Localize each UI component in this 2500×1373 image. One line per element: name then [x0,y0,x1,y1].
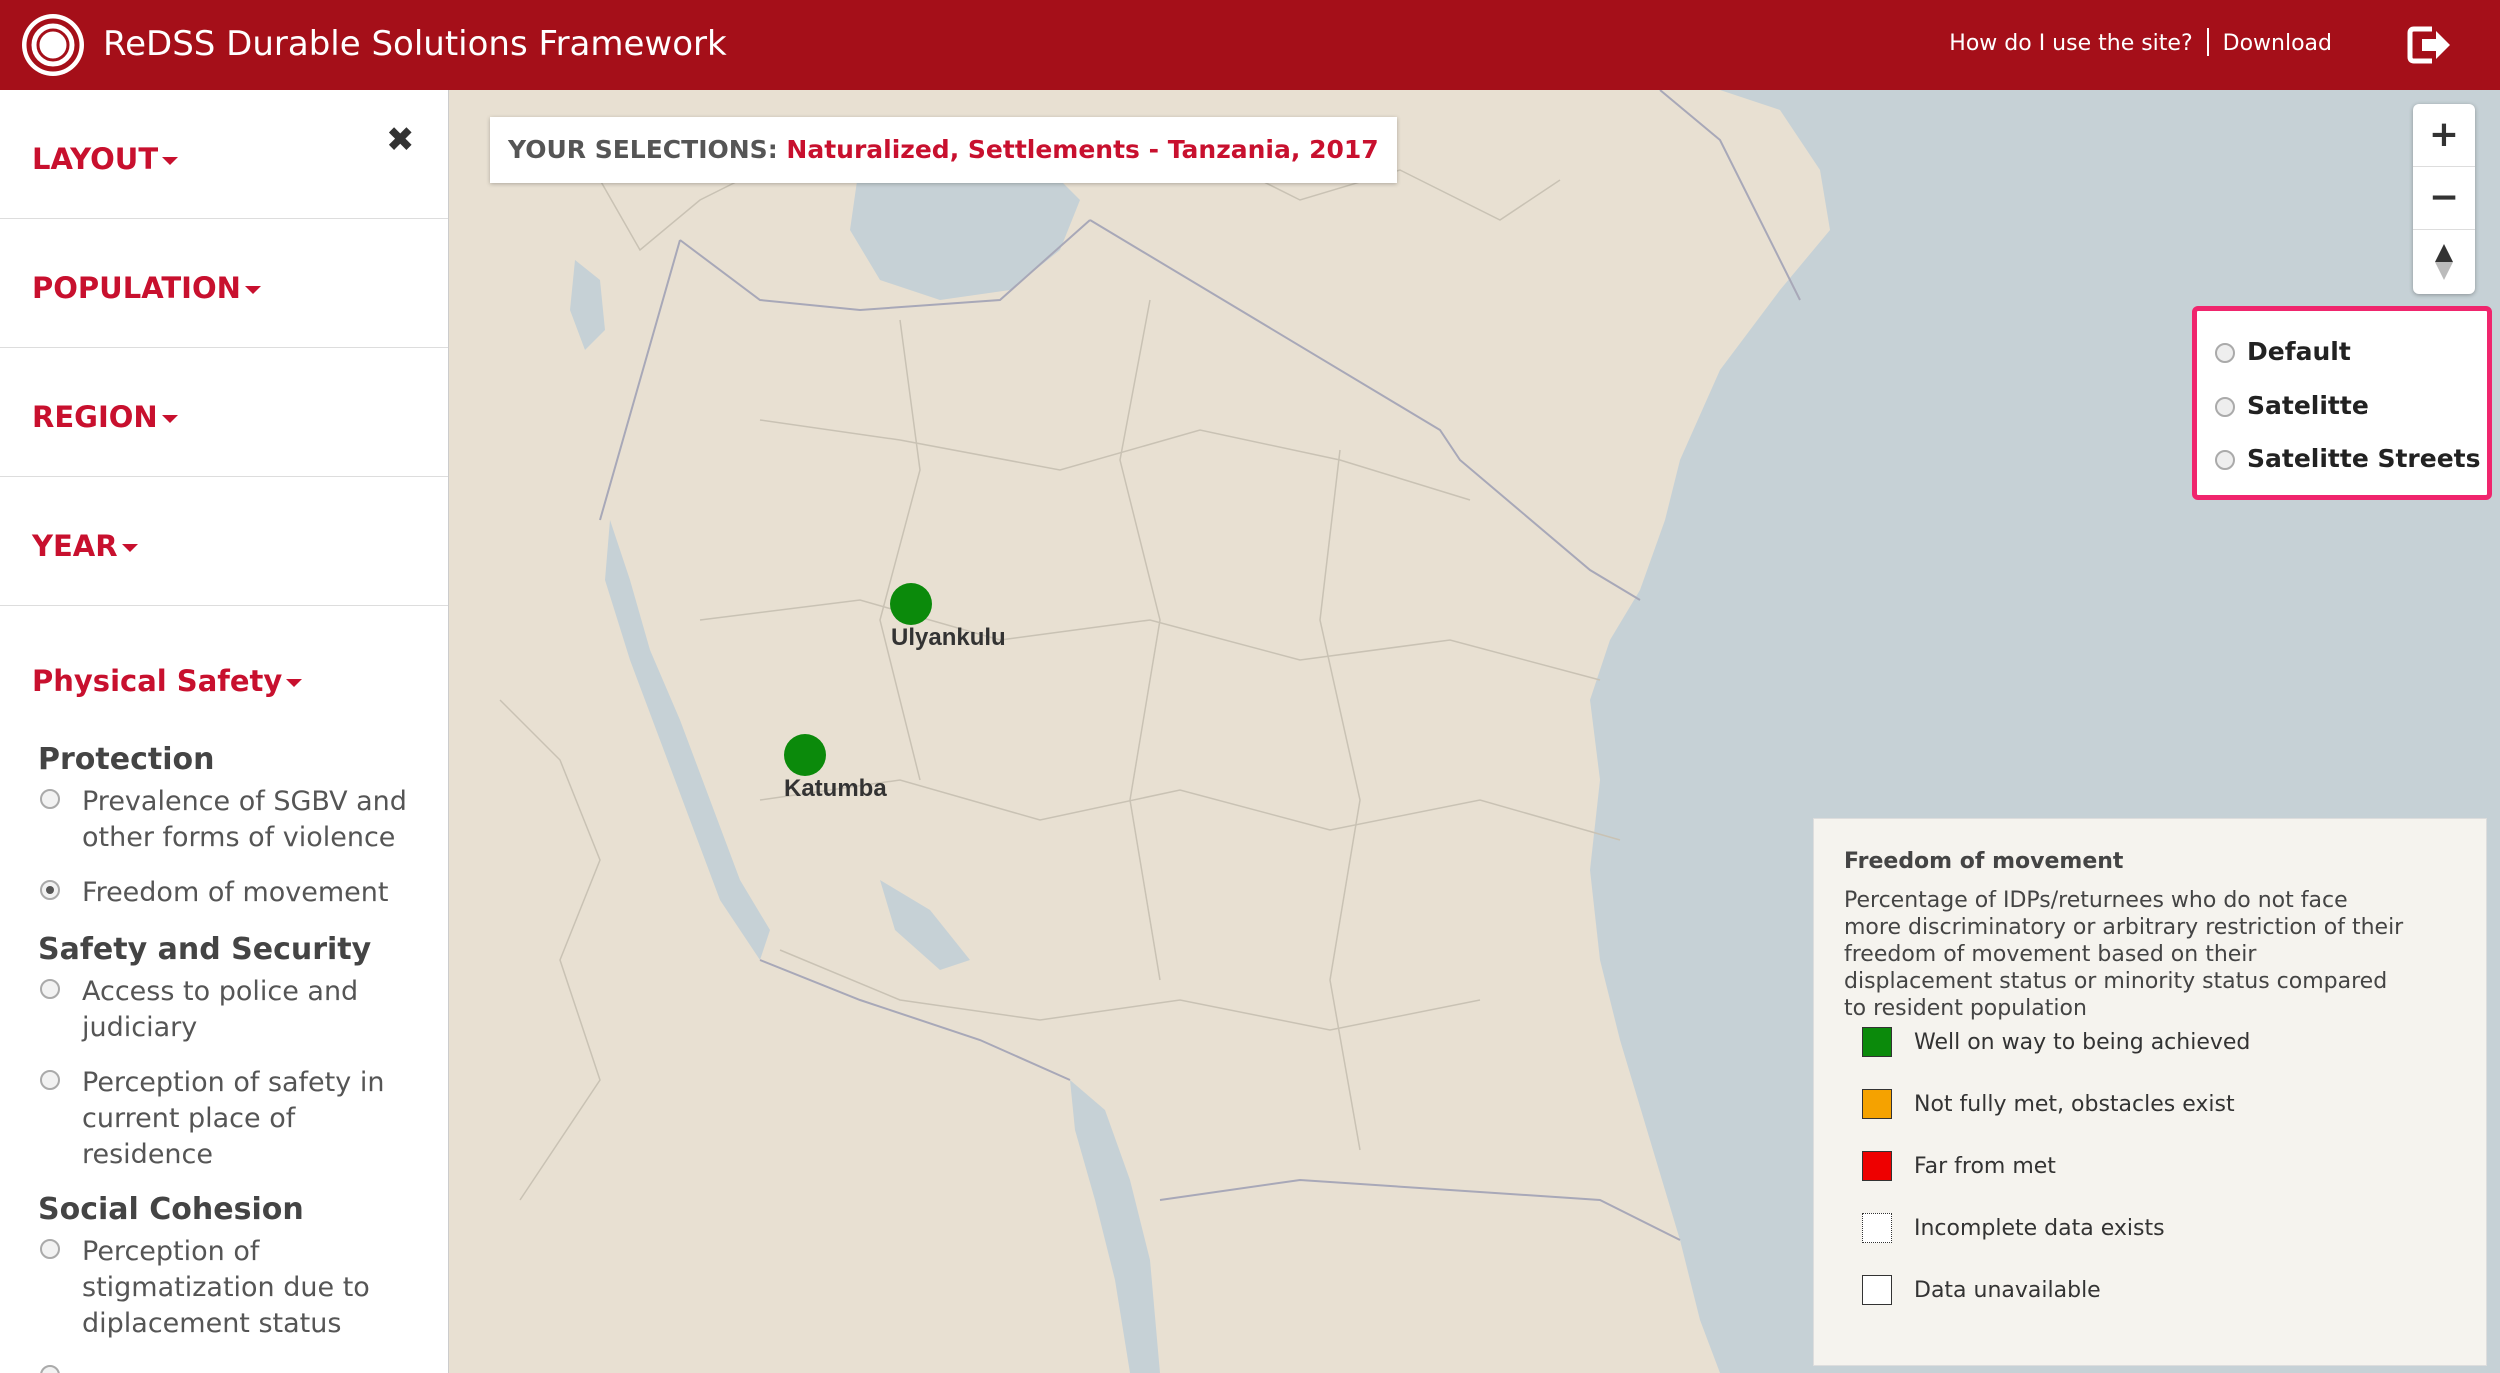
radio-button[interactable] [2215,397,2235,417]
radio-button[interactable] [40,1365,60,1373]
legend-item: Far from met [1862,1151,2056,1181]
basemap-label: Satelitte [2247,391,2369,420]
basemap-option-satellite-streets[interactable]: Satelitte Streets [2215,444,2481,473]
legend-label: Data unavailable [1914,1278,2101,1303]
population-dropdown[interactable]: POPULATION [32,271,261,305]
year-label: YEAR [32,529,118,563]
basemap-option-default[interactable]: Default [2215,337,2351,366]
basemap-label: Satelitte Streets [2247,444,2481,473]
group-title: Protection [38,742,215,777]
link-divider [2206,28,2209,56]
chevron-down-icon [244,286,261,294]
option-label: Freedom of movement [82,877,389,908]
download-link[interactable]: Download [2223,31,2332,56]
basemap-switcher: Default Satelitte Satelitte Streets [2192,306,2492,500]
radio-button[interactable] [2215,450,2235,470]
radio-button[interactable] [2215,343,2235,363]
header-links: How do I use the site? Download [1949,28,2332,56]
option-label: Access to police and judiciary [82,976,359,1043]
legend-label: Well on way to being achieved [1914,1030,2251,1055]
reset-north-button[interactable] [2413,230,2475,292]
legend-item: Incomplete data exists [1862,1213,2165,1243]
option-label: Perception of safety in current place of… [82,1067,385,1170]
legend-item: Well on way to being achieved [1862,1027,2250,1057]
radio-button[interactable] [40,789,60,809]
legend-swatch [1862,1275,1892,1305]
app-header: ReDSS Durable Solutions Framework How do… [0,0,2500,90]
legend-swatch [1862,1151,1892,1181]
selections-value: Naturalized, Settlements - Tanzania, 201… [786,135,1379,164]
legend-swatch [1862,1089,1892,1119]
chevron-down-icon [161,415,178,423]
legend-item: Data unavailable [1862,1275,2101,1305]
chevron-down-icon [286,679,303,687]
legend-label: Incomplete data exists [1914,1216,2165,1241]
basemap-option-satellite[interactable]: Satelitte [2215,391,2369,420]
compass-icon [2435,244,2453,280]
physical-safety-label: Physical Safety [32,664,283,698]
indicator-option[interactable]: Perception of safety in current place of… [38,1065,428,1173]
region-dropdown[interactable]: REGION [32,400,178,434]
sidebar-section-layout: LAYOUT [0,90,448,219]
option-label: Perception of stigmatization due to dipl… [82,1236,370,1339]
marker-label-ulyankulu: Ulyankulu [891,624,1006,651]
zoom-controls: + − [2413,104,2475,294]
chevron-down-icon [162,157,179,165]
radio-button[interactable] [40,1070,60,1090]
legend-title: Freedom of movement [1844,849,2124,874]
chevron-down-icon [121,544,138,552]
legend-swatch [1862,1213,1892,1243]
marker-katumba [784,734,826,776]
help-link[interactable]: How do I use the site? [1949,31,2192,56]
indicator-option[interactable]: Perception of stigmatization due to dipl… [38,1234,428,1342]
legend-item: Not fully met, obstacles exist [1862,1089,2235,1119]
legend-label: Far from met [1914,1154,2056,1179]
radio-button[interactable] [40,1239,60,1259]
legend-label: Not fully met, obstacles exist [1914,1092,2235,1117]
layout-label: LAYOUT [32,142,159,176]
layout-dropdown[interactable]: LAYOUT [32,142,179,176]
radio-button[interactable] [40,979,60,999]
indicator-option[interactable]: Access to police and judiciary [38,974,428,1046]
region-label: REGION [32,400,158,434]
map-legend: Freedom of movement Percentage of IDPs/r… [1813,818,2487,1366]
year-dropdown[interactable]: YEAR [32,529,138,563]
basemap-label: Default [2247,337,2351,366]
legend-swatch [1862,1027,1892,1057]
zoom-in-button[interactable]: + [2413,104,2475,167]
group-title: Safety and Security [38,932,372,967]
radio-button-selected[interactable] [40,880,60,900]
sidebar-section-region: REGION [0,348,448,477]
minus-icon: − [2428,177,2460,218]
redss-logo-icon[interactable] [20,12,86,78]
legend-description: Percentage of IDPs/returnees who do not … [1844,888,2404,1021]
sidebar-section-year: YEAR [0,477,448,606]
marker-ulyankulu [890,583,932,625]
sidebar-panel: ✖ LAYOUT POPULATION REGION YEAR Physical… [0,90,449,1373]
population-label: POPULATION [32,271,241,305]
option-label: Prevalence of SGBV and other forms of vi… [82,786,407,853]
logout-icon[interactable] [2406,23,2454,67]
selections-banner: YOUR SELECTIONS: Naturalized, Settlement… [490,117,1397,183]
indicator-option[interactable]: Prevalence of SGBV and other forms of vi… [38,784,428,856]
marker-label-katumba: Katumba [784,775,887,802]
selections-label: YOUR SELECTIONS: [508,135,778,164]
app-title: ReDSS Durable Solutions Framework [103,24,727,64]
sidebar-section-population: POPULATION [0,219,448,348]
plus-icon: + [2428,114,2460,155]
indicator-option[interactable]: Freedom of movement [38,875,428,911]
physical-safety-dropdown[interactable]: Physical Safety [32,664,303,698]
group-title: Social Cohesion [38,1192,304,1227]
zoom-out-button[interactable]: − [2413,167,2475,230]
